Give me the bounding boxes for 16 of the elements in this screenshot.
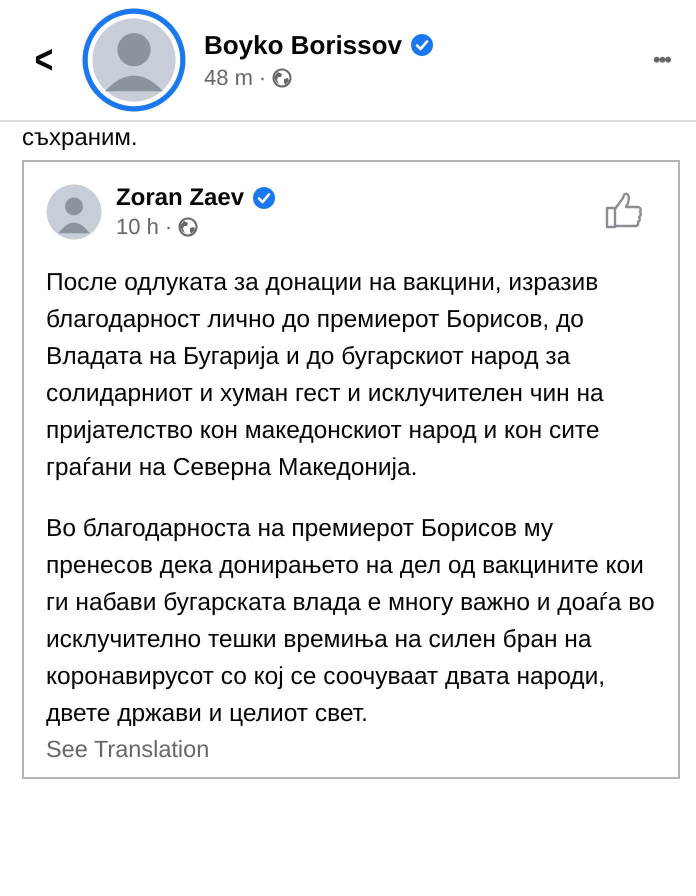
post-time: 48 m [204, 64, 253, 90]
post-text: съхраним. [22, 124, 138, 152]
post-paragraph: После одлуката за донации на вакцини, изразив благодарност лично до премиерот Борисов, до Владата на Бугарија и до бугарскиот народ за солидарниот и хуман гест и исклучителен чин на пријателство кон македонскиот народ и кон сите граѓани на Северна Македонија. [46, 268, 605, 483]
post-time: 10 h [116, 214, 159, 240]
back-button[interactable]: < [28, 38, 60, 82]
post-paragraph: Во благодарноста на премиерот Борисов му пренесов дека донирањето на дел од вакцините кои ги набави бугарската влада е многу важно и доаѓа во исклучително тешки времиња на силен бран на коронавирусот со кој се соочуваат двата народи, двете држави и целиот свет. [46, 514, 656, 729]
avatar [46, 184, 102, 240]
author-name[interactable]: Zoran Zaev [116, 184, 244, 212]
globe-icon [178, 217, 198, 237]
thumbs-up-icon[interactable] [604, 190, 644, 230]
see-translation-link[interactable]: See Translation [46, 736, 210, 763]
globe-icon [272, 68, 292, 88]
separator-dot: · [258, 64, 266, 90]
author-name[interactable]: Boyko Borissov [204, 30, 402, 60]
separator-dot: · [164, 214, 172, 240]
more-button[interactable]: ••• [648, 43, 674, 77]
